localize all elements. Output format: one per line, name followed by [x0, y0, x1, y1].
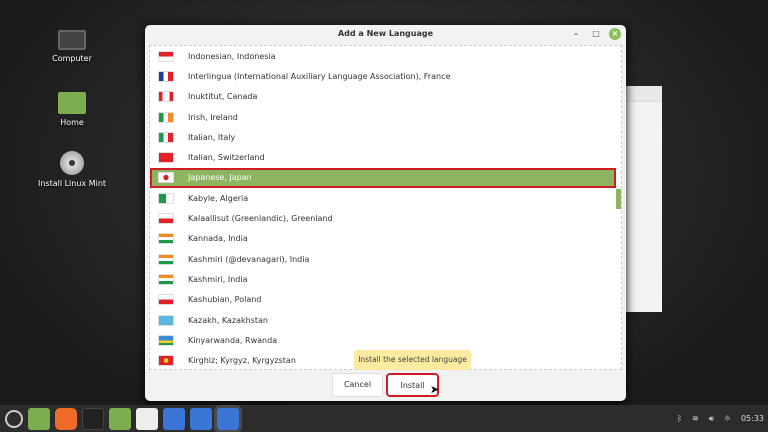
language-label: Kashmiri (@devanagari), India [188, 254, 310, 264]
language-label: Italian, Switzerland [188, 153, 265, 163]
language-label: Italian, Italy [188, 132, 236, 142]
flag-icon [158, 91, 174, 103]
mouse-cursor-icon: ➤ [430, 383, 440, 396]
language-app-icon[interactable] [190, 407, 212, 430]
language-label: Inuktitut, Canada [188, 92, 258, 102]
flag-icon [158, 355, 174, 367]
language-label: Irish, Ireland [188, 112, 238, 122]
language-label: Japanese, Japan [188, 173, 252, 183]
flag-icon [158, 50, 174, 62]
maximize-button[interactable]: □ [590, 28, 602, 40]
minimize-button[interactable]: – [570, 28, 582, 40]
language-row[interactable]: Kabyle, Algeria [150, 188, 621, 208]
files-icon[interactable] [28, 407, 50, 430]
bluetooth-icon[interactable]: ᛒ [677, 414, 682, 423]
taskbar: ᛒ ≋ 🔊︎ ☼ 05:33 [0, 404, 768, 432]
desktop-icon-label: Computer [52, 54, 92, 63]
language-row[interactable]: Kashmiri (@devanagari), India [150, 249, 621, 269]
language-app-icon[interactable] [163, 407, 185, 430]
language-row[interactable]: Inuktitut, Canada [150, 87, 621, 107]
flag-icon [158, 131, 174, 143]
language-row[interactable]: Japanese, Japan [150, 167, 616, 189]
flag-icon [158, 233, 174, 245]
disc-icon [60, 151, 84, 175]
language-label: Kashubian, Poland [188, 295, 262, 305]
language-row[interactable]: Interlingua (International Auxiliary Lan… [150, 66, 621, 86]
language-label: Kirghiz; Kyrgyz, Kyrgyzstan [188, 356, 296, 366]
desktop-icon-computer[interactable]: Computer [32, 30, 112, 63]
firefox-icon[interactable] [55, 407, 77, 430]
add-language-dialog: Add a New Language – □ × Indonesian, Ind… [145, 25, 626, 401]
flag-icon [158, 253, 174, 265]
flag-icon [158, 314, 174, 326]
dialog-title: Add a New Language [337, 29, 434, 38]
wifi-icon[interactable]: ≋ [692, 414, 699, 423]
dialog-titlebar: Add a New Language – □ × [145, 25, 626, 43]
flag-icon [158, 111, 174, 123]
install-tooltip: Install the selected language [354, 350, 471, 370]
folder-icon[interactable] [109, 407, 131, 430]
flag-icon [158, 213, 174, 225]
flag-icon [158, 152, 174, 164]
language-label: Kashmiri, India [188, 274, 248, 284]
language-label: Kazakh, Kazakhstan [188, 315, 268, 325]
close-button[interactable]: × [609, 28, 621, 40]
flag-icon [158, 294, 174, 306]
language-row[interactable]: Irish, Ireland [150, 107, 621, 127]
settings-icon[interactable] [136, 407, 158, 430]
language-row[interactable]: Kazakh, Kazakhstan [150, 310, 621, 330]
volume-icon[interactable]: 🔊︎ [709, 414, 714, 424]
language-row[interactable]: Kalaallisut (Greenlandic), Greenland [150, 208, 621, 228]
language-app-icon[interactable] [214, 404, 242, 432]
language-label: Kabyle, Algeria [188, 193, 249, 203]
home-folder-icon [58, 92, 86, 114]
language-row[interactable]: Kinyarwanda, Rwanda [150, 330, 621, 350]
flag-icon [158, 334, 174, 346]
language-row[interactable]: Indonesian, Indonesia [150, 46, 621, 66]
language-list[interactable]: Indonesian, Indonesia Interlingua (Intern… [149, 45, 622, 370]
flag-icon [158, 70, 174, 82]
language-row[interactable]: Italian, Switzerland [150, 147, 621, 167]
brightness-icon[interactable]: ☼ [724, 414, 731, 423]
language-label: Kalaallisut (Greenlandic), Greenland [188, 214, 333, 224]
flag-icon [158, 273, 174, 285]
cancel-button[interactable]: Cancel [332, 373, 383, 397]
flag-icon [158, 192, 174, 204]
language-row[interactable]: Kashubian, Poland [150, 290, 621, 310]
language-row[interactable]: Italian, Italy [150, 127, 621, 147]
desktop-icon-label: Install Linux Mint [37, 179, 107, 188]
language-label: Indonesian, Indonesia [188, 51, 276, 61]
desktop-icon-home[interactable]: Home [32, 92, 112, 127]
clock[interactable]: 05:33 [741, 414, 764, 423]
language-row[interactable]: Kashmiri, India [150, 269, 621, 289]
language-label: Kinyarwanda, Rwanda [188, 335, 278, 345]
scrollbar[interactable] [616, 189, 621, 209]
language-row[interactable]: Kannada, India [150, 229, 621, 249]
computer-icon [58, 30, 86, 50]
language-label: Interlingua (International Auxiliary Lan… [188, 71, 451, 81]
desktop-icon-install[interactable]: Install Linux Mint [32, 151, 112, 188]
desktop-icon-label: Home [60, 118, 84, 127]
menu-icon[interactable] [5, 409, 23, 428]
flag-icon [158, 172, 174, 184]
language-label: Kannada, India [188, 234, 248, 244]
terminal-icon[interactable] [82, 407, 104, 430]
